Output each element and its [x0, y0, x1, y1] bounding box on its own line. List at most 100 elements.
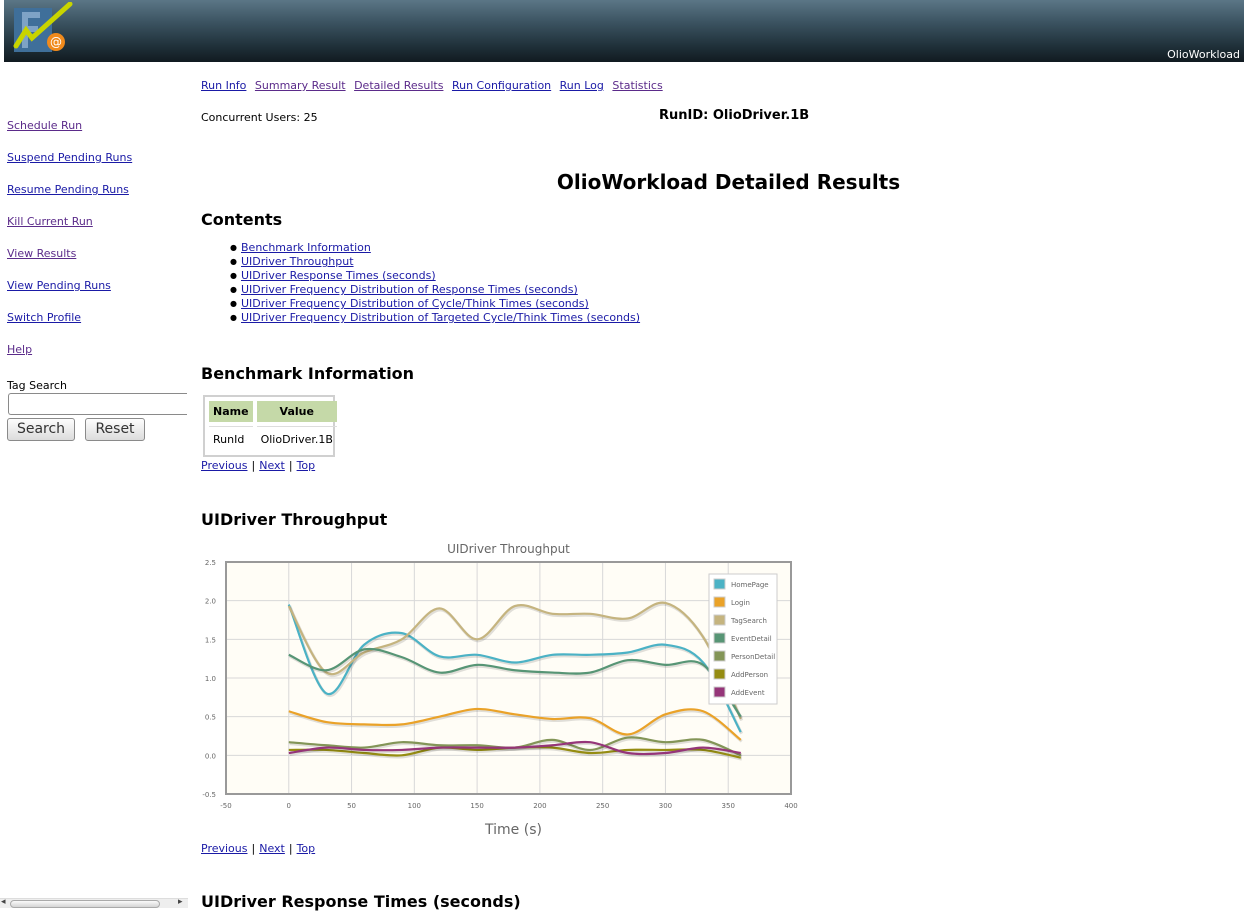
- toc-freq-dist-cycle-think-times[interactable]: UIDriver Frequency Distribution of Cycle…: [241, 297, 589, 310]
- table-cell-name: RunId: [209, 426, 253, 451]
- sidebar-schedule-run[interactable]: Schedule Run: [7, 119, 82, 132]
- x-tick-label: 300: [659, 802, 672, 810]
- nav-run-log[interactable]: Run Log: [560, 79, 604, 92]
- nav-run-configuration[interactable]: Run Configuration: [452, 79, 551, 92]
- contents-list: Benchmark Information UIDriver Throughpu…: [230, 241, 640, 325]
- sidebar-switch-profile[interactable]: Switch Profile: [7, 311, 81, 324]
- y-tick-label: -0.5: [202, 791, 216, 799]
- results-nav: Run Info Summary Result Detailed Results…: [201, 79, 668, 92]
- nav-separator: |: [288, 459, 293, 472]
- toc-freq-dist-response-times[interactable]: UIDriver Frequency Distribution of Respo…: [241, 283, 578, 296]
- nav-separator: |: [288, 842, 293, 855]
- tag-search-label: Tag Search: [7, 379, 67, 392]
- x-tick-label: 250: [596, 802, 609, 810]
- y-tick-label: 2.5: [205, 559, 216, 567]
- legend-swatch-addevent: [713, 686, 726, 698]
- sidebar-resume-pending-runs[interactable]: Resume Pending Runs: [7, 183, 129, 196]
- legend-label-addevent: AddEvent: [731, 689, 765, 697]
- scroll-thumb[interactable]: [10, 900, 160, 908]
- nav-statistics[interactable]: Statistics: [612, 79, 662, 92]
- next-link[interactable]: Next: [259, 459, 285, 472]
- nav-separator: |: [251, 842, 256, 855]
- svg-text:@: @: [50, 35, 62, 49]
- table-cell-value: OlioDriver.1B: [256, 426, 337, 451]
- legend-label-tagsearch: TagSearch: [730, 617, 767, 625]
- scroll-right-icon[interactable]: ▸: [178, 897, 183, 907]
- previous-link[interactable]: Previous: [201, 842, 248, 855]
- column-header-name: Name: [209, 401, 253, 422]
- list-item: UIDriver Frequency Distribution of Cycle…: [230, 297, 640, 311]
- x-tick-label: 100: [408, 802, 421, 810]
- legend-swatch-tagsearch: [713, 614, 726, 626]
- column-header-value: Value: [256, 401, 337, 422]
- page-header: @ OlioWorkload: [4, 0, 1244, 62]
- x-axis-label: Time (s): [484, 822, 542, 838]
- sidebar-kill-current-run[interactable]: Kill Current Run: [7, 215, 93, 228]
- contents-heading: Contents: [201, 210, 283, 229]
- run-id: RunID: OlioDriver.1B: [659, 108, 810, 123]
- tag-search-input[interactable]: [8, 393, 187, 415]
- scroll-left-icon[interactable]: ◂: [1, 897, 6, 907]
- legend-swatch-homepage: [713, 578, 726, 590]
- sidebar-help[interactable]: Help: [7, 343, 32, 356]
- nav-detailed-results[interactable]: Detailed Results: [354, 79, 443, 92]
- section-nav-throughput: Previous | Next | Top: [201, 842, 315, 855]
- previous-link[interactable]: Previous: [201, 459, 248, 472]
- toc-benchmark-information[interactable]: Benchmark Information: [241, 241, 371, 254]
- sidebar-view-results[interactable]: View Results: [7, 247, 76, 260]
- legend-swatch-addperson: [713, 668, 726, 680]
- next-link[interactable]: Next: [259, 842, 285, 855]
- legend-label-homepage: HomePage: [731, 581, 769, 589]
- legend-label-eventdetail: EventDetail: [731, 635, 772, 643]
- sidebar: Schedule Run Suspend Pending Runs Resume…: [0, 62, 190, 908]
- x-tick-label: 150: [470, 802, 483, 810]
- reset-button[interactable]: Reset: [85, 418, 145, 441]
- legend-label-persondetail: PersonDetail: [731, 653, 775, 661]
- list-item: Benchmark Information: [230, 241, 640, 255]
- sidebar-suspend-pending-runs[interactable]: Suspend Pending Runs: [7, 151, 132, 164]
- header-brand: OlioWorkload: [1167, 48, 1240, 61]
- legend-swatch-persondetail: [713, 650, 726, 662]
- toc-freq-dist-targeted-cycle-think-times[interactable]: UIDriver Frequency Distribution of Targe…: [241, 311, 640, 324]
- x-tick-label: 0: [287, 802, 291, 810]
- list-item: UIDriver Frequency Distribution of Respo…: [230, 283, 640, 297]
- concurrent-users-value: 25: [303, 111, 318, 124]
- throughput-chart-svg: UIDriver Throughput -50 0 50 100 150 200 250 300…: [202, 542, 797, 838]
- y-tick-label: 1.0: [205, 675, 216, 683]
- list-item: UIDriver Frequency Distribution of Targe…: [230, 311, 640, 325]
- sidebar-horizontal-scrollbar[interactable]: ◂ ▸: [0, 897, 188, 908]
- x-tick-label: 200: [533, 802, 546, 810]
- legend-label-login: Login: [731, 599, 750, 607]
- nav-run-info[interactable]: Run Info: [201, 79, 246, 92]
- throughput-heading: UIDriver Throughput: [201, 510, 388, 529]
- y-tick-label: 1.5: [205, 636, 216, 644]
- search-button[interactable]: Search: [7, 418, 75, 441]
- sidebar-view-pending-runs[interactable]: View Pending Runs: [7, 279, 111, 292]
- x-tick-label: -50: [220, 802, 231, 810]
- nav-summary-result[interactable]: Summary Result: [255, 79, 346, 92]
- toc-uidriver-response-times[interactable]: UIDriver Response Times (seconds): [241, 269, 436, 282]
- throughput-chart: UIDriver Throughput -50 0 50 100 150 200 250 300…: [201, 538, 811, 838]
- legend-swatch-eventdetail: [713, 632, 726, 644]
- nav-separator: |: [251, 459, 256, 472]
- benchmark-info-table: Name Value RunId OlioDriver.1B: [205, 397, 341, 455]
- concurrent-users-label: Concurrent Users:: [201, 111, 301, 124]
- concurrent-users: Concurrent Users: 25: [201, 111, 318, 124]
- response-times-heading: UIDriver Response Times (seconds): [201, 892, 521, 911]
- faban-logo: @: [13, 2, 73, 52]
- x-tick-label: 50: [347, 802, 356, 810]
- table-row: RunId OlioDriver.1B: [209, 426, 337, 451]
- toc-uidriver-throughput[interactable]: UIDriver Throughput: [241, 255, 354, 268]
- main-content: Run Info Summary Result Detailed Results…: [201, 62, 1244, 911]
- top-link[interactable]: Top: [297, 459, 316, 472]
- benchmark-info-table-wrapper: Name Value RunId OlioDriver.1B: [203, 395, 337, 457]
- y-tick-label: 0.5: [205, 714, 216, 722]
- top-link[interactable]: Top: [297, 842, 316, 855]
- table-header-row: Name Value: [209, 401, 337, 422]
- x-tick-label: 400: [784, 802, 797, 810]
- legend-label-addperson: AddPerson: [731, 671, 768, 679]
- benchmark-info-heading: Benchmark Information: [201, 364, 415, 383]
- y-tick-label: 2.0: [205, 598, 216, 606]
- page-title: OlioWorkload Detailed Results: [556, 170, 901, 194]
- y-tick-label: 0.0: [205, 752, 216, 760]
